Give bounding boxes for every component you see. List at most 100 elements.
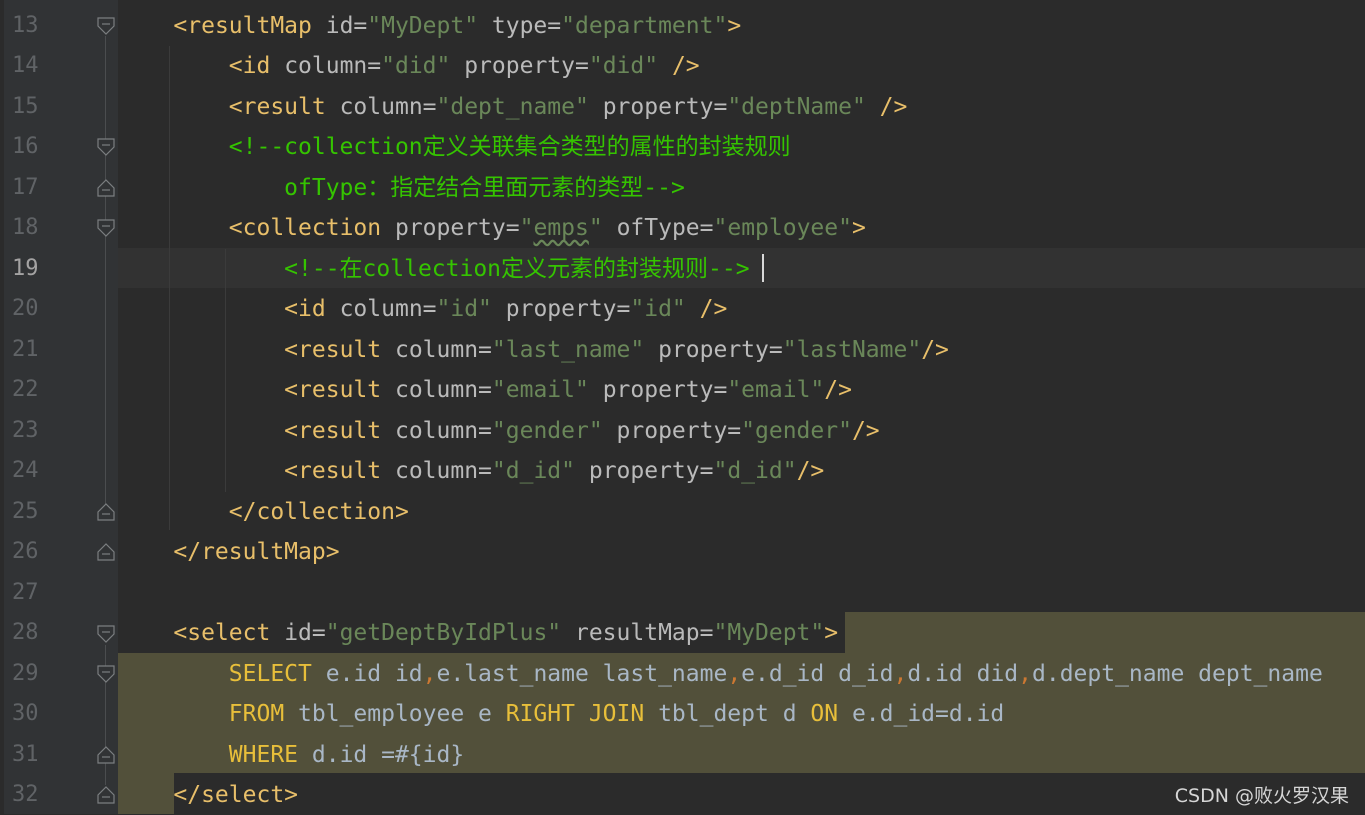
comment-token: <!--在collection定义元素的封装规则--> — [284, 256, 750, 282]
line-number: 28 — [12, 620, 39, 645]
token: , — [1018, 661, 1032, 687]
token: "d_id" — [713, 458, 797, 484]
code-line-32[interactable]: </select> — [118, 775, 298, 815]
fold-open-icon[interactable] — [97, 219, 115, 237]
token: /> — [658, 53, 700, 79]
token: "employee" — [713, 215, 852, 241]
token: </collection> — [228, 499, 409, 525]
token: id= — [311, 13, 368, 39]
token: "gender" — [741, 418, 852, 444]
token: "email" — [727, 377, 825, 403]
fold-close-icon[interactable] — [97, 503, 115, 521]
line-number: 14 — [12, 53, 39, 78]
token: > — [851, 215, 866, 241]
sql-keyword: ON — [810, 701, 839, 727]
token: type= — [478, 13, 562, 39]
token: id= — [270, 620, 326, 646]
token: resultMap= — [561, 620, 714, 646]
fold-open-icon[interactable] — [97, 17, 115, 35]
line-number: 30 — [12, 701, 39, 726]
token: d.id =#{id} — [298, 742, 465, 768]
token: column= — [381, 337, 492, 363]
fold-connector — [105, 36, 106, 516]
line-number: 16 — [12, 134, 39, 159]
token: "did" — [588, 53, 659, 79]
code-line-15[interactable]: <result column="dept_name" property="dep… — [118, 87, 908, 127]
line-number: 25 — [12, 499, 39, 524]
token: < — [228, 53, 243, 79]
fold-close-icon[interactable] — [97, 179, 115, 197]
token: /> — [824, 377, 852, 403]
token: column= — [325, 94, 437, 120]
token: "email" — [491, 377, 589, 403]
code-line-26[interactable]: </resultMap> — [118, 532, 339, 572]
fold-close-icon[interactable] — [97, 786, 115, 804]
code-line-23[interactable]: <result column="gender" property="gender… — [118, 411, 879, 451]
token: resultMap — [187, 13, 312, 39]
token: result — [298, 418, 382, 444]
token: "dept_name" — [436, 94, 589, 120]
token: < — [228, 94, 243, 120]
token: "id" — [436, 296, 492, 322]
token: tbl_employee e — [284, 701, 506, 727]
token: tbl_dept d — [644, 701, 811, 727]
spellcheck-token: emps — [533, 215, 589, 241]
fold-open-icon[interactable] — [97, 138, 115, 156]
line-number: 27 — [12, 580, 39, 605]
comment-token: ofType：指定结合里面元素的类型--> — [284, 175, 685, 201]
code-line-20[interactable]: <id column="id" property="id" /> — [118, 289, 727, 329]
fold-open-icon[interactable] — [97, 625, 115, 643]
token: column= — [270, 53, 382, 79]
code-line-30[interactable]: FROM tbl_employee e RIGHT JOIN tbl_dept … — [118, 694, 1004, 734]
token: e.id id — [311, 661, 423, 687]
token: "MyDept" — [713, 620, 825, 646]
token: e.d_id d_id — [741, 661, 894, 687]
token: "d_id" — [491, 458, 575, 484]
code-line-13[interactable]: <resultMap id="MyDept" type="department"… — [118, 6, 741, 46]
token: , — [727, 661, 742, 687]
comment-token: <!--collection定义关联集合类型的属性的封装规则 — [228, 134, 791, 160]
token: d.id did — [907, 661, 1019, 687]
code-line-19[interactable]: <!--在collection定义元素的封装规则--> — [118, 249, 750, 289]
token: , — [893, 661, 908, 687]
code-line-18[interactable]: <collection property="emps" ofType="empl… — [118, 208, 866, 248]
fold-close-icon[interactable] — [97, 746, 115, 764]
line-number: 22 — [12, 377, 39, 402]
token: /> — [796, 458, 825, 484]
token: result — [298, 377, 382, 403]
code-line-28[interactable]: <select id="getDeptByIdPlus" resultMap="… — [118, 613, 838, 653]
sql-keyword: WHERE — [228, 742, 299, 768]
fold-open-icon[interactable] — [97, 665, 115, 683]
token: "MyDept" — [367, 13, 479, 39]
gutter-edge — [0, 0, 4, 814]
token: column= — [325, 296, 437, 322]
code-line-31[interactable]: WHERE d.id =#{id} — [118, 735, 464, 775]
code-line-14[interactable]: <id column="did" property="did" /> — [118, 46, 700, 86]
token: < — [284, 377, 299, 403]
token: > — [727, 13, 742, 39]
token: ofType= — [602, 215, 714, 241]
code-line-24[interactable]: <result column="d_id" property="d_id"/> — [118, 451, 824, 491]
text-caret — [762, 254, 764, 282]
code-line-25[interactable]: </collection> — [118, 492, 409, 532]
token: " — [519, 215, 534, 241]
token: result — [298, 458, 382, 484]
code-line-22[interactable]: <result column="email" property="email"/… — [118, 370, 852, 410]
token: property= — [450, 53, 589, 79]
token: /> — [921, 337, 949, 363]
token: < — [173, 620, 188, 646]
token: "deptName" — [727, 94, 866, 120]
fold-close-icon[interactable] — [97, 543, 115, 561]
line-number: 13 — [12, 13, 39, 38]
token: column= — [381, 377, 492, 403]
code-line-16[interactable]: <!--collection定义关联集合类型的属性的封装规则 — [118, 127, 791, 167]
line-number: 18 — [12, 215, 39, 240]
line-number: 29 — [12, 661, 39, 686]
code-line-21[interactable]: <result column="last_name" property="las… — [118, 330, 949, 370]
code-line-17[interactable]: ofType：指定结合里面元素的类型--> — [118, 168, 685, 208]
token: < — [284, 418, 299, 444]
token: result — [298, 337, 382, 363]
token: collection — [242, 215, 382, 241]
line-number: 21 — [12, 337, 39, 362]
code-line-29[interactable]: SELECT e.id id,e.last_name last_name,e.d… — [118, 654, 1323, 694]
